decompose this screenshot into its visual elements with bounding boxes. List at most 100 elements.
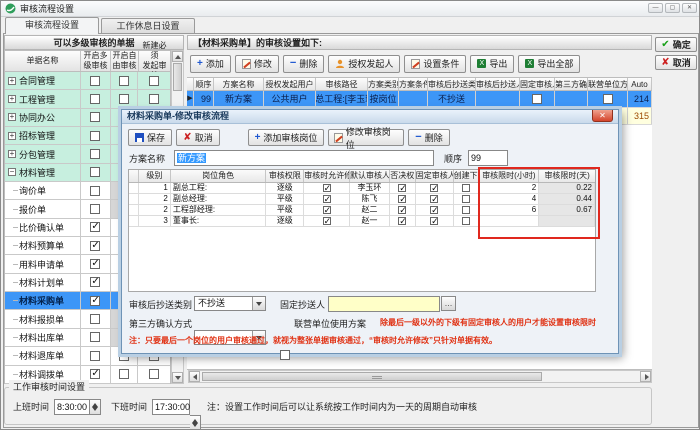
multilevel-checkbox[interactable]	[90, 112, 100, 122]
multilevel-checkbox[interactable]	[90, 296, 100, 306]
fixed-auditor-checkbox[interactable]	[430, 195, 438, 203]
scroll-up-button[interactable]	[172, 51, 183, 62]
create-sub-checkbox[interactable]	[462, 184, 470, 192]
expand-icon[interactable]: +	[8, 132, 16, 140]
order-input[interactable]: 99	[468, 150, 508, 166]
col-order[interactable]: 顺序	[194, 78, 214, 90]
col-auth-user[interactable]: 授权发起用户	[264, 78, 316, 90]
col-create-sub[interactable]: 创建下级	[454, 170, 480, 182]
multilevel-checkbox[interactable]	[90, 94, 100, 104]
expand-icon[interactable]: +	[8, 95, 16, 103]
col-level[interactable]: 级别	[139, 170, 171, 182]
fixed-auditor-checkbox[interactable]	[430, 206, 438, 214]
joint-use-checkbox[interactable]	[280, 350, 290, 360]
col-fixed-auditor[interactable]: 固定审核人	[520, 78, 555, 90]
collapse-icon[interactable]: −	[8, 168, 16, 176]
hscroll-thumb[interactable]	[202, 372, 542, 381]
allow-edit-checkbox[interactable]	[323, 195, 331, 203]
multilevel-checkbox[interactable]	[90, 332, 100, 342]
joint-scheme-checkbox[interactable]	[603, 94, 613, 104]
veto-checkbox[interactable]	[398, 206, 406, 214]
multilevel-checkbox[interactable]	[90, 314, 100, 324]
close-button[interactable]: ✕	[682, 3, 697, 13]
cc-person-input[interactable]	[328, 296, 440, 312]
multilevel-checkbox[interactable]	[90, 131, 100, 141]
minimize-button[interactable]: —	[648, 3, 663, 13]
scheme-grid-hscrollbar[interactable]	[188, 370, 652, 383]
multilevel-checkbox[interactable]	[90, 222, 100, 232]
col-doc-name[interactable]: 单据名称	[5, 51, 81, 71]
free-audit-checkbox[interactable]	[119, 94, 129, 104]
multilevel-checkbox[interactable]	[90, 259, 100, 269]
col-scheme-name[interactable]: 方案名称	[214, 78, 264, 90]
multilevel-checkbox[interactable]	[90, 149, 100, 159]
ok-button[interactable]: ✔确定	[655, 37, 697, 52]
col-audit-perm[interactable]: 审核权限	[266, 170, 304, 182]
create-sub-checkbox[interactable]	[462, 206, 470, 214]
col-allow-edit[interactable]: 审核时允许修改	[304, 170, 350, 182]
col-scheme-category[interactable]: 方案类别	[368, 78, 399, 90]
dialog-close-button[interactable]: ✕	[592, 110, 613, 122]
col-multilevel-audit[interactable]: 开启多 级审核	[81, 51, 111, 71]
end-time-spinner[interactable]	[190, 415, 201, 430]
export-all-button[interactable]: X导出全部	[518, 55, 580, 73]
dialog-title-bar[interactable]: 材料采购单-修改审核流程	[122, 110, 618, 124]
col-scheme-condition[interactable]: 方案条件	[399, 78, 428, 90]
must-audit-checkbox[interactable]	[149, 94, 159, 104]
post-row[interactable]: 2 工程部经理: 平级 赵二 6 0.67	[129, 205, 595, 216]
scheme-row-selected[interactable]: ▶ 99 新方案 公共用户 副总工程:[李玉环] 按岗位 不抄送 214	[187, 91, 652, 108]
col-default-auditor[interactable]: 默认审核人	[350, 170, 390, 182]
allow-edit-checkbox[interactable]	[323, 184, 331, 192]
multilevel-checkbox[interactable]	[90, 277, 100, 287]
multilevel-checkbox[interactable]	[90, 241, 100, 251]
scroll-left-button[interactable]	[189, 371, 200, 382]
col-post-role[interactable]: 岗位角色	[171, 170, 267, 182]
cc-type-dropdown[interactable]: 不抄送	[194, 296, 266, 311]
post-row[interactable]: 1 副总工程: 逐级 李玉环 2 0.22	[129, 183, 595, 194]
col-auto[interactable]: Auto	[628, 78, 652, 90]
end-time-input[interactable]: 17:30:00	[152, 399, 190, 415]
cc-person-picker-button[interactable]: …	[441, 296, 456, 311]
create-sub-checkbox[interactable]	[462, 195, 470, 203]
cancel-button[interactable]: ✘取消	[655, 55, 697, 70]
must-audit-checkbox[interactable]	[149, 76, 159, 86]
save-button[interactable]: 保存	[128, 129, 172, 146]
add-audit-post-button[interactable]: +添加审核岗位	[248, 129, 324, 146]
add-scheme-button[interactable]: +添加	[190, 55, 231, 73]
must-audit-checkbox[interactable]	[149, 369, 159, 379]
scheme-name-input[interactable]: 新方案	[174, 150, 434, 166]
scroll-down-button[interactable]	[172, 372, 183, 383]
multilevel-checkbox[interactable]	[90, 167, 100, 177]
start-time-input[interactable]: 8:30:00	[54, 399, 90, 415]
multilevel-checkbox[interactable]	[90, 186, 100, 196]
export-button[interactable]: X导出	[470, 55, 514, 73]
edit-audit-post-button[interactable]: 修改审核岗位	[328, 129, 404, 146]
maximize-button[interactable]: ▢	[665, 3, 680, 13]
fixed-auditor-checkbox[interactable]	[532, 94, 542, 104]
col-joint-scheme[interactable]: 联营单位方案	[588, 78, 628, 90]
set-condition-button[interactable]: 设置条件	[404, 55, 466, 73]
col-audit-path[interactable]: 审核路径	[316, 78, 368, 90]
expand-icon[interactable]: +	[8, 150, 16, 158]
scroll-thumb[interactable]	[173, 63, 182, 91]
edit-scheme-button[interactable]: 修改	[235, 55, 279, 73]
allow-edit-checkbox[interactable]	[323, 217, 331, 225]
post-row[interactable]: 3 董事长: 逐级 赵一	[129, 216, 595, 227]
post-row[interactable]: 2 副总经理: 平级 陈飞 4 0.44	[129, 194, 595, 205]
delete-audit-post-button[interactable]: −删除	[408, 129, 450, 146]
allow-edit-checkbox[interactable]	[323, 206, 331, 214]
multilevel-checkbox[interactable]	[90, 204, 100, 214]
col-must-audit[interactable]: 新建必须 发起审核	[139, 51, 170, 71]
scroll-right-button[interactable]	[640, 371, 651, 382]
col-third-party[interactable]: 第三方确认	[555, 78, 588, 90]
tree-row-engineering[interactable]: +工程管理	[5, 90, 170, 108]
multilevel-checkbox[interactable]	[90, 76, 100, 86]
tab-rest-day-settings[interactable]: 工作休息日设置	[101, 18, 195, 34]
create-sub-checkbox[interactable]	[462, 217, 470, 225]
fixed-auditor-checkbox[interactable]	[430, 217, 438, 225]
multilevel-checkbox[interactable]	[90, 369, 100, 379]
veto-checkbox[interactable]	[398, 184, 406, 192]
col-fixed-auditor[interactable]: 固定审核人	[416, 170, 454, 182]
tree-row-contract[interactable]: +合同管理	[5, 72, 170, 90]
col-cc-type[interactable]: 审核后抄送类别	[428, 78, 476, 90]
